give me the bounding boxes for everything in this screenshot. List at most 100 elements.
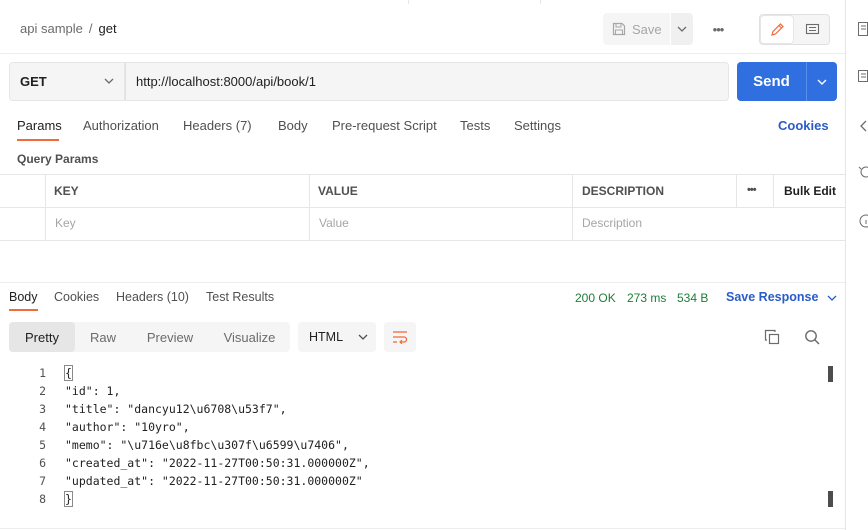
scrollbar-thumb-top[interactable] (828, 366, 833, 382)
code-line: 4 "author": "10yro", (0, 418, 830, 436)
save-label: Save (632, 21, 662, 37)
breadcrumb-request[interactable]: get (99, 21, 117, 36)
matched-brace: { (64, 365, 73, 381)
table-column-divider (773, 174, 774, 208)
column-options-button[interactable]: ••• (747, 184, 757, 196)
save-dropdown-button[interactable] (671, 13, 693, 45)
column-header-key: KEY (54, 184, 79, 198)
code-line: 3 "title": "dancyu12\u6708\u53f7", (0, 400, 830, 418)
tab-settings[interactable]: Settings (514, 118, 561, 133)
status-code[interactable]: 200 OK (575, 291, 616, 305)
info-icon[interactable] (858, 214, 868, 228)
code-scrollbar[interactable] (826, 364, 832, 509)
code-text: "title": "dancyu12\u6708\u53f7", (65, 402, 287, 416)
line-number: 5 (39, 438, 46, 452)
response-tab-body[interactable]: Body (9, 290, 38, 304)
table-column-divider (309, 174, 310, 241)
tab-authorization[interactable]: Authorization (83, 118, 159, 133)
line-number: 3 (39, 402, 46, 416)
search-icon[interactable] (804, 329, 820, 345)
view-raw[interactable]: Raw (75, 322, 131, 352)
query-params-title: Query Params (17, 152, 99, 166)
response-tab-headers[interactable]: Headers (10) (116, 290, 189, 304)
param-key-input[interactable]: Key (55, 216, 76, 230)
param-value-input[interactable]: Value (319, 216, 349, 230)
code-text: { (64, 365, 73, 381)
view-visualize[interactable]: Visualize (209, 322, 290, 352)
code-line: 1{ (0, 364, 830, 382)
format-select[interactable]: HTML (298, 322, 376, 352)
active-tab-indicator (17, 139, 59, 141)
header-divider (0, 53, 845, 54)
wrap-lines-button[interactable] (384, 322, 416, 352)
send-button[interactable]: Send (737, 62, 806, 101)
scrollbar-thumb-bottom[interactable] (828, 491, 833, 507)
bulk-edit-button[interactable]: Bulk Edit (784, 184, 836, 198)
breadcrumb: api sample / get (20, 21, 117, 36)
view-preview[interactable]: Preview (131, 322, 209, 352)
save-button[interactable]: Save (603, 13, 670, 45)
method-label: GET (20, 74, 47, 89)
comments-icon[interactable] (858, 70, 868, 84)
param-description-input[interactable]: Description (582, 216, 642, 230)
code-icon[interactable] (858, 119, 868, 133)
table-column-divider (572, 174, 573, 241)
doc-mode-button[interactable] (796, 16, 828, 43)
pencil-icon (770, 23, 784, 36)
cookies-link[interactable]: Cookies (778, 118, 829, 133)
footer-divider (0, 528, 845, 529)
tab-tests[interactable]: Tests (460, 118, 490, 133)
chevron-down-icon (817, 79, 827, 85)
bulb-icon[interactable] (858, 166, 868, 180)
table-column-divider (736, 174, 737, 208)
format-label: HTML (309, 330, 344, 344)
chevron-down-icon (104, 78, 114, 84)
view-pretty[interactable]: Pretty (9, 322, 75, 352)
code-text: "updated_at": "2022-11-27T00:50:31.00000… (65, 474, 363, 488)
more-actions-button[interactable]: ••• (705, 18, 731, 40)
breadcrumb-collection[interactable]: api sample (20, 21, 83, 36)
code-text: "id": 1, (65, 384, 121, 398)
chevron-down-icon (358, 334, 368, 340)
save-response-label: Save Response (726, 290, 819, 304)
code-line: 6 "created_at": "2022-11-27T00:50:31.0000… (0, 454, 830, 472)
line-number: 7 (39, 474, 46, 488)
response-tab-test-results[interactable]: Test Results (206, 290, 274, 304)
line-number: 4 (39, 420, 46, 434)
edit-mode-button[interactable] (761, 16, 793, 43)
wrap-icon (393, 331, 408, 344)
chevron-down-icon (677, 26, 687, 32)
response-size[interactable]: 534 B (677, 291, 708, 305)
copy-icon[interactable] (764, 329, 780, 345)
tab-headers[interactable]: Headers (7) (183, 118, 252, 133)
line-number: 8 (39, 492, 46, 506)
send-label: Send (753, 73, 790, 90)
table-row-divider (0, 207, 845, 208)
documentation-icon[interactable] (858, 22, 868, 36)
matched-brace: } (64, 491, 73, 507)
code-text: "author": "10yro", (65, 420, 190, 434)
code-line: 2 "id": 1, (0, 382, 830, 400)
response-tab-cookies[interactable]: Cookies (54, 290, 99, 304)
tab-prerequest-script[interactable]: Pre-request Script (332, 118, 437, 133)
line-number: 6 (39, 456, 46, 470)
response-time[interactable]: 273 ms (627, 291, 666, 305)
code-line: 5 "memo": "\u716e\u8fbc\u307f\u6599\u7406… (0, 436, 830, 454)
column-header-value: VALUE (318, 184, 358, 198)
code-text: "memo": "\u716e\u8fbc\u307f\u6599\u7406"… (65, 438, 349, 452)
save-response-button[interactable]: Save Response (726, 290, 837, 304)
table-column-divider (45, 174, 46, 241)
comment-icon (805, 23, 819, 34)
response-body-viewer[interactable]: 1{ 2 "id": 1, 3 "title": "dancyu12\u6708\u… (0, 364, 830, 508)
code-line: 7 "updated_at": "2022-11-27T00:50:31.0000… (0, 472, 830, 490)
url-value: http://localhost:8000/api/book/1 (136, 74, 316, 89)
tab-body[interactable]: Body (278, 118, 308, 133)
line-number: 1 (39, 366, 46, 380)
line-number: 2 (39, 384, 46, 398)
tab-strip-edge (408, 0, 541, 4)
tab-params[interactable]: Params (17, 118, 62, 133)
save-icon (612, 22, 626, 36)
send-dropdown-button[interactable] (806, 62, 837, 101)
url-input[interactable]: http://localhost:8000/api/book/1 (125, 62, 729, 101)
response-divider[interactable] (0, 282, 845, 283)
